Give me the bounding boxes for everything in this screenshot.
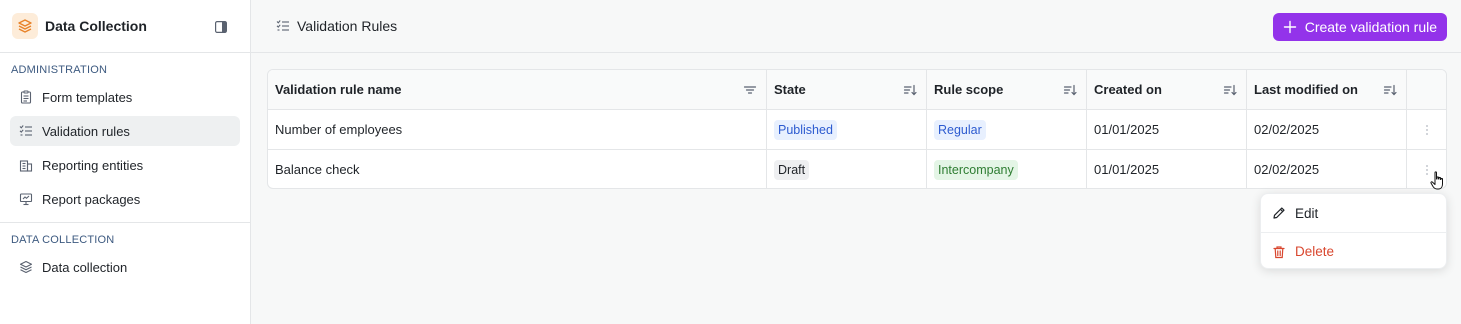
clipboard-icon	[18, 89, 34, 105]
column-header-name[interactable]: Validation rule name	[268, 70, 767, 109]
section-title: ADMINISTRATION	[11, 64, 108, 76]
sidebar-toggle-icon[interactable]	[214, 20, 228, 34]
sidebar-section-data-collection: DATA COLLECTION Data collection	[0, 222, 250, 290]
sidebar-item-label: Report packages	[42, 191, 141, 207]
create-button-label: Create validation rule	[1304, 19, 1437, 35]
layers-logo-icon	[12, 13, 38, 39]
sidebar-item-form-templates[interactable]: Form templates	[10, 82, 240, 112]
app-title: Data Collection	[45, 18, 147, 34]
scope-badge: Regular	[934, 119, 986, 140]
filter-icon[interactable]	[743, 83, 757, 97]
state-cell: Draft	[767, 150, 927, 188]
more-vertical-icon[interactable]	[1419, 122, 1435, 138]
edit-menu-item[interactable]: Edit	[1261, 194, 1446, 232]
table-row[interactable]: Balance check Draft Intercompany 01/01/2…	[268, 149, 1446, 188]
page-header: Validation Rules Create validation rule	[251, 0, 1461, 53]
table-row[interactable]: Number of employees Published Regular 01…	[268, 109, 1446, 149]
presentation-icon	[18, 191, 34, 207]
sidebar-item-data-collection[interactable]: Data collection	[10, 252, 240, 282]
column-header-actions	[1407, 70, 1446, 109]
sidebar-section-administration: ADMINISTRATION Form templates Validation…	[0, 53, 250, 222]
state-badge: Published	[774, 119, 837, 140]
layers-icon	[18, 259, 34, 275]
delete-menu-item[interactable]: Delete	[1261, 232, 1446, 270]
validation-rules-table: Validation rule name State Rule scope Cr…	[267, 69, 1447, 189]
row-actions-menu: Edit Delete	[1260, 193, 1447, 269]
column-header-label: Created on	[1094, 82, 1162, 97]
sidebar-item-validation-rules[interactable]: Validation rules	[10, 116, 240, 146]
sidebar-item-reporting-entities[interactable]: Reporting entities	[10, 150, 240, 180]
section-title: DATA COLLECTION	[11, 234, 115, 246]
table-header-row: Validation rule name State Rule scope Cr…	[268, 70, 1446, 109]
column-header-label: State	[774, 82, 806, 97]
rule-name-cell[interactable]: Balance check	[268, 150, 767, 188]
pencil-icon	[1272, 206, 1286, 220]
page-title: Validation Rules	[297, 18, 398, 34]
sort-icon[interactable]	[1063, 83, 1077, 97]
column-header-last-modified-on[interactable]: Last modified on	[1247, 70, 1407, 109]
sidebar-item-label: Validation rules	[42, 123, 130, 139]
scope-cell: Regular	[927, 110, 1087, 149]
column-header-rule-scope[interactable]: Rule scope	[927, 70, 1087, 109]
sort-icon[interactable]	[1383, 83, 1397, 97]
column-header-label: Rule scope	[934, 82, 1004, 97]
created-on-cell: 01/01/2025	[1087, 110, 1247, 149]
checklist-icon	[276, 19, 290, 33]
column-header-created-on[interactable]: Created on	[1087, 70, 1247, 109]
edit-label: Edit	[1295, 205, 1319, 221]
sort-icon[interactable]	[1223, 83, 1237, 97]
sidebar-item-report-packages[interactable]: Report packages	[10, 184, 240, 214]
sort-icon[interactable]	[903, 83, 917, 97]
state-cell: Published	[767, 110, 927, 149]
create-validation-rule-button[interactable]: Create validation rule	[1272, 13, 1447, 41]
sidebar-item-label: Data collection	[42, 259, 128, 275]
rule-name-cell[interactable]: Number of employees	[268, 110, 767, 149]
building-icon	[18, 157, 34, 173]
last-modified-cell: 02/02/2025	[1247, 150, 1407, 188]
actions-cell	[1407, 110, 1446, 149]
sidebar: Data Collection ADMINISTRATION Form temp…	[0, 0, 251, 324]
created-on-cell: 01/01/2025	[1087, 150, 1247, 188]
sidebar-header: Data Collection	[0, 0, 250, 53]
scope-cell: Intercompany	[927, 150, 1087, 188]
checklist-icon	[18, 123, 34, 139]
column-header-label: Last modified on	[1254, 82, 1358, 97]
column-header-state[interactable]: State	[767, 70, 927, 109]
state-badge: Draft	[774, 159, 810, 180]
hand-pointer-cursor-icon	[1430, 171, 1446, 191]
scope-badge: Intercompany	[934, 159, 1018, 180]
trash-icon	[1272, 245, 1286, 259]
plus-icon	[1283, 20, 1297, 34]
last-modified-cell: 02/02/2025	[1247, 110, 1407, 149]
sidebar-item-label: Form templates	[42, 89, 133, 105]
sidebar-item-label: Reporting entities	[42, 157, 144, 173]
column-header-label: Validation rule name	[275, 82, 402, 97]
delete-label: Delete	[1295, 244, 1335, 259]
